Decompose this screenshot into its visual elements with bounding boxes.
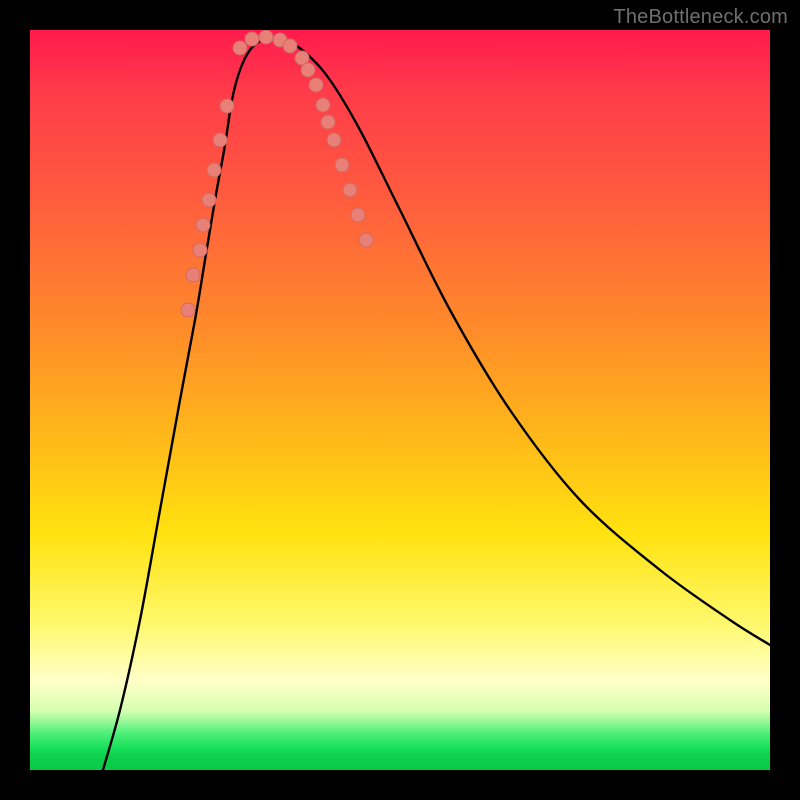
data-dot <box>335 158 349 172</box>
data-dot <box>301 63 315 77</box>
data-dot <box>259 30 273 44</box>
data-dot <box>327 133 341 147</box>
data-dot <box>283 39 297 53</box>
curve-layer <box>30 30 770 770</box>
curve-dots <box>181 30 373 317</box>
data-dot <box>343 183 357 197</box>
data-dot <box>196 218 210 232</box>
data-dot <box>245 32 259 46</box>
data-dot <box>181 303 195 317</box>
data-dot <box>321 115 335 129</box>
data-dot <box>233 41 247 55</box>
data-dot <box>186 268 200 282</box>
data-dot <box>202 193 216 207</box>
data-dot <box>193 243 207 257</box>
data-dot <box>309 78 323 92</box>
data-dot <box>359 233 373 247</box>
bottleneck-curve <box>100 38 770 770</box>
data-dot <box>213 133 227 147</box>
data-dot <box>316 98 330 112</box>
watermark-text: TheBottleneck.com <box>613 6 788 29</box>
data-dot <box>351 208 365 222</box>
plot-area <box>30 30 770 770</box>
data-dot <box>207 163 221 177</box>
data-dot <box>220 99 234 113</box>
chart-frame: TheBottleneck.com <box>0 0 800 800</box>
